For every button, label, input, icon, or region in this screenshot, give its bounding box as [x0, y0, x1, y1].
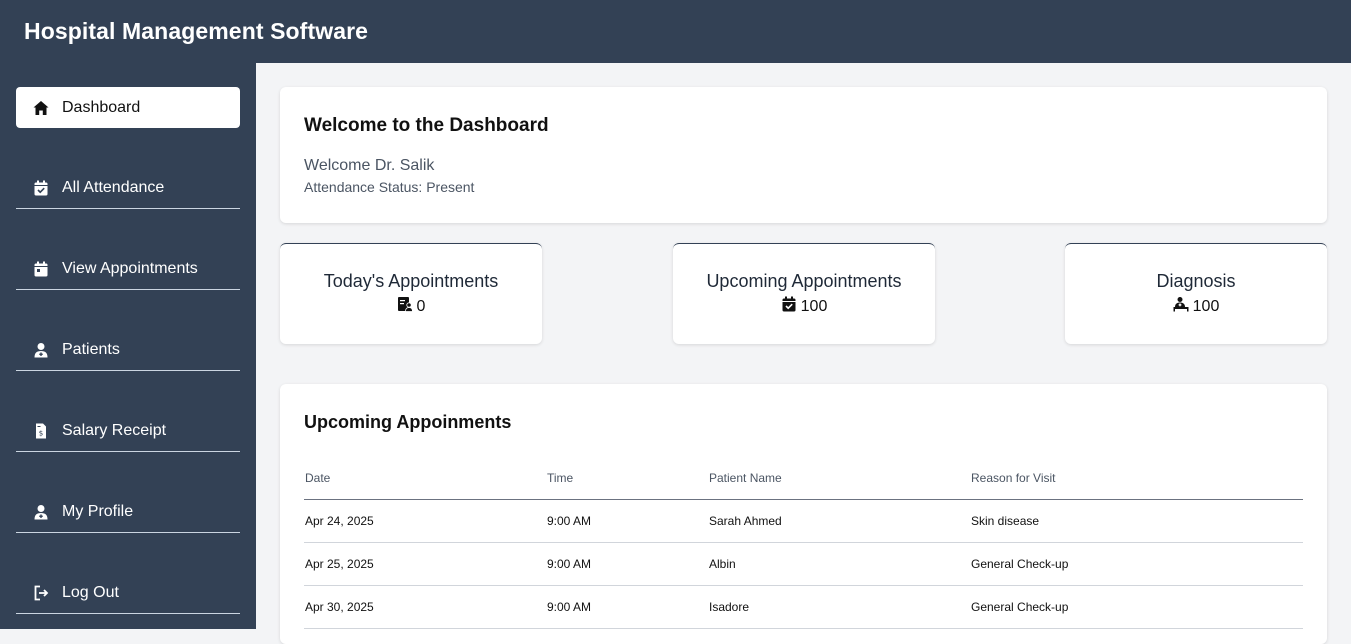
user-doctor-icon — [32, 503, 50, 521]
cell-date: Apr 25, 2025 — [304, 542, 546, 586]
cell-time: 9:00 AM — [546, 585, 708, 629]
sidebar-item-label: My Profile — [62, 503, 134, 520]
sidebar-item-label: Patients — [62, 341, 120, 358]
sidebar-item-log-out[interactable]: Log Out — [16, 573, 240, 614]
sidebar: Dashboard All Attendance View Appointmen… — [0, 63, 256, 629]
app-title: Hospital Management Software — [24, 18, 369, 44]
stat-card-diagnosis[interactable]: Diagnosis 100 — [1065, 243, 1327, 344]
stat-card-upcoming-appointments[interactable]: Upcoming Appointments 100 — [673, 243, 935, 344]
receipt-icon: $ — [32, 422, 50, 440]
stat-value: 0 — [416, 297, 426, 315]
cell-reason: General Check-up — [970, 585, 1303, 629]
cell-date: Apr 24, 2025 — [304, 499, 546, 543]
cell-time: 9:00 AM — [546, 499, 708, 543]
stats-row: Today's Appointments 0 Upcoming Appointm… — [280, 243, 1327, 344]
bed-pulse-icon — [1173, 296, 1189, 317]
sidebar-item-salary-receipt[interactable]: $ Salary Receipt — [16, 411, 240, 452]
calendar-icon — [32, 260, 50, 278]
cell-reason: Skin disease — [970, 499, 1303, 543]
sidebar-item-dashboard[interactable]: Dashboard — [16, 87, 240, 128]
cell-time: 9:00 AM — [546, 542, 708, 586]
main-content: Welcome to the Dashboard Welcome Dr. Sal… — [256, 63, 1351, 644]
attendance-status: Attendance Status: Present — [304, 179, 475, 195]
column-header-patient-name: Patient Name — [708, 457, 970, 500]
cell-patient-name: Isadore — [708, 585, 970, 629]
sidebar-item-label: All Attendance — [62, 179, 165, 196]
sidebar-item-view-appointments[interactable]: View Appointments — [16, 249, 240, 290]
sidebar-item-label: Salary Receipt — [62, 422, 167, 439]
table-row[interactable]: Apr 24, 2025 9:00 AM Sarah Ahmed Skin di… — [304, 499, 1303, 543]
sidebar-item-label: Log Out — [62, 584, 119, 601]
cell-reason: General Check-up — [970, 542, 1303, 586]
calendar-check-icon — [32, 179, 50, 197]
stat-title: Today's Appointments — [323, 271, 499, 291]
appointments-title: Upcoming Appoinments — [304, 412, 512, 432]
app-header: Hospital Management Software — [0, 0, 1351, 63]
sidebar-item-label: View Appointments — [62, 260, 198, 277]
logout-icon — [32, 584, 50, 602]
user-doctor-icon — [32, 341, 50, 359]
stat-title: Upcoming Appointments — [706, 271, 902, 291]
sidebar-item-patients[interactable]: Patients — [16, 330, 240, 371]
stat-value: 100 — [1192, 297, 1220, 315]
welcome-greeting: Welcome Dr. Salik — [304, 157, 435, 174]
sidebar-item-my-profile[interactable]: My Profile — [16, 492, 240, 533]
stat-card-todays-appointments[interactable]: Today's Appointments 0 — [280, 243, 542, 344]
welcome-card: Welcome to the Dashboard Welcome Dr. Sal… — [280, 87, 1327, 223]
sidebar-item-label: Dashboard — [62, 98, 141, 116]
svg-text:$: $ — [39, 430, 43, 438]
upcoming-appointments-card: Upcoming Appoinments Date Time Patient N… — [280, 384, 1327, 644]
stat-title: Diagnosis — [1156, 271, 1236, 291]
cell-patient-name: Albin — [708, 542, 970, 586]
table-row[interactable]: Apr 25, 2025 9:00 AM Albin General Check… — [304, 542, 1303, 586]
cell-date: Apr 30, 2025 — [304, 585, 546, 629]
table-row[interactable]: Apr 30, 2025 9:00 AM Isadore General Che… — [304, 585, 1303, 629]
table-header-row: Date Time Patient Name Reason for Visit — [304, 457, 1303, 500]
clipboard-user-icon — [397, 296, 413, 317]
column-header-reason: Reason for Visit — [970, 457, 1303, 500]
cell-patient-name: Sarah Ahmed — [708, 499, 970, 543]
sidebar-item-all-attendance[interactable]: All Attendance — [16, 168, 240, 209]
column-header-time: Time — [546, 457, 708, 500]
appointments-table: Date Time Patient Name Reason for Visit … — [304, 457, 1303, 629]
home-icon — [32, 99, 50, 117]
calendar-check-icon — [781, 296, 797, 317]
column-header-date: Date — [304, 457, 546, 500]
stat-value: 100 — [800, 297, 828, 315]
welcome-title: Welcome to the Dashboard — [304, 115, 549, 136]
